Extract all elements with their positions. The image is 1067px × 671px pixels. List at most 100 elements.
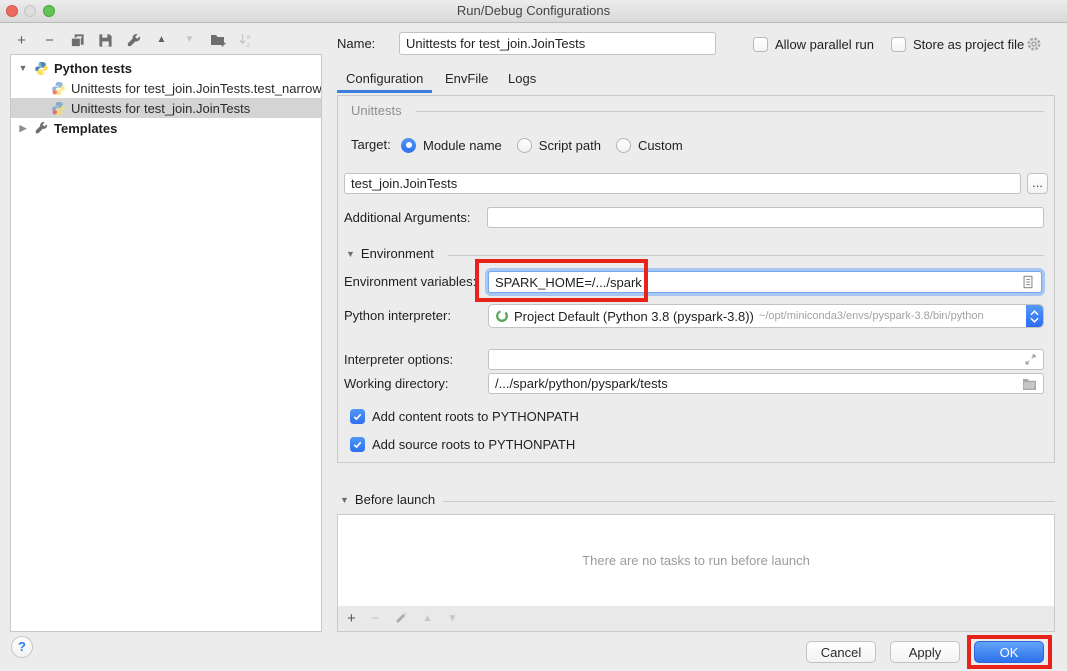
target-radio-group: Module name Script path Custom <box>401 135 683 155</box>
before-launch-title: Before launch <box>355 492 435 507</box>
tree-item-label: Python tests <box>54 61 132 76</box>
python-interpreter-select[interactable]: Project Default (Python 3.8 (pyspark-3.8… <box>488 304 1044 328</box>
tab-configuration[interactable]: Configuration <box>346 71 423 86</box>
radio-script-path[interactable]: Script path <box>517 138 601 153</box>
tab-envfile[interactable]: EnvFile <box>445 71 488 86</box>
move-down-button: ▼ <box>181 32 198 49</box>
gear-icon[interactable] <box>1026 36 1042 55</box>
python-test-icon <box>51 101 66 116</box>
active-tab-underline <box>337 90 432 93</box>
close-window-button[interactable] <box>6 5 18 17</box>
radio-unselected-icon[interactable] <box>616 138 631 153</box>
svg-text:a: a <box>246 34 250 41</box>
allow-parallel-run-label: Allow parallel run <box>775 37 874 52</box>
save-configuration-icon[interactable] <box>97 32 114 49</box>
before-launch-task-list: There are no tasks to run before launch <box>337 514 1055 607</box>
before-launch-toolbar: + − ▲ ▼ <box>337 606 1055 632</box>
environment-section-header[interactable]: ▼ Environment <box>346 246 434 261</box>
before-launch-separator-line <box>443 501 1055 502</box>
working-directory-value: /.../spark/python/pyspark/tests <box>495 376 1017 391</box>
target-module-value: test_join.JoinTests <box>351 176 1014 191</box>
ok-button[interactable]: OK <box>974 641 1044 663</box>
help-button[interactable]: ? <box>11 636 33 658</box>
add-task-button[interactable]: + <box>347 611 356 626</box>
titlebar: Run/Debug Configurations <box>0 0 1067 23</box>
name-value: Unittests for test_join.JoinTests <box>406 36 709 51</box>
chevron-down-icon[interactable]: ▼ <box>346 249 355 259</box>
tab-logs[interactable]: Logs <box>508 71 536 86</box>
name-input[interactable]: Unittests for test_join.JoinTests <box>399 32 716 55</box>
move-task-down-button: ▼ <box>447 614 457 624</box>
cancel-button[interactable]: Cancel <box>806 641 876 663</box>
conda-environment-icon <box>495 309 509 323</box>
configuration-panel: Unittests Target: Module name Script pat… <box>337 95 1055 463</box>
interpreter-options-input[interactable] <box>488 349 1044 370</box>
python-interpreter-label: Python interpreter: <box>344 306 451 326</box>
checkbox-checked-icon[interactable] <box>350 409 365 424</box>
new-folder-icon[interactable] <box>209 32 226 49</box>
remove-configuration-button[interactable]: − <box>41 32 58 49</box>
environment-separator-line <box>448 255 1044 256</box>
browse-variables-icon[interactable] <box>1021 275 1035 289</box>
edit-task-icon <box>395 611 408 627</box>
unittests-group-title: Unittests <box>351 101 402 121</box>
expand-field-icon[interactable] <box>1024 353 1037 366</box>
tree-item-unittests-jointests-selected[interactable]: Unittests for test_join.JoinTests <box>11 98 321 118</box>
chevron-right-icon[interactable]: ▶ <box>17 123 29 134</box>
radio-unselected-icon[interactable] <box>517 138 532 153</box>
radio-selected-icon[interactable] <box>401 138 416 153</box>
chevron-down-icon[interactable]: ▼ <box>340 495 349 505</box>
working-directory-label: Working directory: <box>344 374 449 394</box>
move-up-button[interactable]: ▲ <box>153 32 170 49</box>
add-source-roots-label: Add source roots to PYTHONPATH <box>372 437 575 452</box>
environment-section-title: Environment <box>361 246 434 261</box>
tree-item-label: Unittests for test_join.JoinTests <box>71 101 250 116</box>
tree-item-label: Unittests for test_join.JoinTests.test_n… <box>71 81 322 96</box>
before-launch-section-header[interactable]: ▼ Before launch <box>340 492 435 507</box>
tree-item-unittests-test-narrow[interactable]: Unittests for test_join.JoinTests.test_n… <box>11 78 321 98</box>
dropdown-stepper-icon[interactable] <box>1026 305 1043 327</box>
configurations-toolbar: + − ▲ ▼ az <box>13 30 254 50</box>
remove-task-button: − <box>371 611 380 626</box>
radio-custom[interactable]: Custom <box>616 138 683 153</box>
tree-item-label: Templates <box>54 121 117 136</box>
apply-button[interactable]: Apply <box>890 641 960 663</box>
add-content-roots-checkbox[interactable]: Add content roots to PYTHONPATH <box>350 405 579 427</box>
tree-item-python-tests[interactable]: ▼ Python tests <box>11 58 321 78</box>
checkbox-unchecked-icon[interactable] <box>753 37 768 52</box>
python-test-icon <box>51 81 66 96</box>
allow-parallel-run-checkbox[interactable]: Allow parallel run <box>753 33 874 55</box>
interpreter-options-label: Interpreter options: <box>344 350 453 370</box>
additional-arguments-input[interactable] <box>487 207 1044 228</box>
wrench-icon <box>34 121 49 136</box>
add-configuration-button[interactable]: + <box>13 32 30 49</box>
edit-templates-icon[interactable] <box>125 32 142 49</box>
minimize-window-button <box>24 5 36 17</box>
copy-configuration-icon[interactable] <box>69 32 86 49</box>
environment-variables-input[interactable]: SPARK_HOME=/.../spark <box>488 271 1042 293</box>
configurations-tree: ▼ Python tests Unittests for test_join.J… <box>10 54 322 632</box>
working-directory-input[interactable]: /.../spark/python/pyspark/tests <box>488 373 1044 394</box>
browse-button[interactable]: ... <box>1027 173 1048 194</box>
target-module-input[interactable]: test_join.JoinTests <box>344 173 1021 194</box>
target-label: Target: <box>351 135 391 155</box>
additional-arguments-label: Additional Arguments: <box>344 208 470 228</box>
folder-icon[interactable] <box>1022 377 1037 390</box>
move-task-up-button: ▲ <box>423 614 433 624</box>
zoom-window-button[interactable] <box>43 5 55 17</box>
chevron-down-icon[interactable]: ▼ <box>17 63 29 73</box>
radio-label: Module name <box>423 138 502 153</box>
add-source-roots-checkbox[interactable]: Add source roots to PYTHONPATH <box>350 433 575 455</box>
name-label: Name: <box>337 34 375 54</box>
radio-module-name[interactable]: Module name <box>401 138 502 153</box>
store-as-project-file-label: Store as project file <box>913 37 1024 52</box>
environment-variables-label: Environment variables: <box>344 272 476 292</box>
checkbox-unchecked-icon[interactable] <box>891 37 906 52</box>
store-as-project-file-checkbox[interactable]: Store as project file <box>891 33 1024 55</box>
before-launch-empty-text: There are no tasks to run before launch <box>582 553 810 568</box>
checkbox-checked-icon[interactable] <box>350 437 365 452</box>
tree-item-templates[interactable]: ▶ Templates <box>11 118 321 138</box>
python-interpreter-path: ~/opt/miniconda3/envs/pyspark-3.8/bin/py… <box>759 310 984 322</box>
group-separator-line <box>416 111 1044 112</box>
sort-configurations-icon: az <box>237 32 254 49</box>
